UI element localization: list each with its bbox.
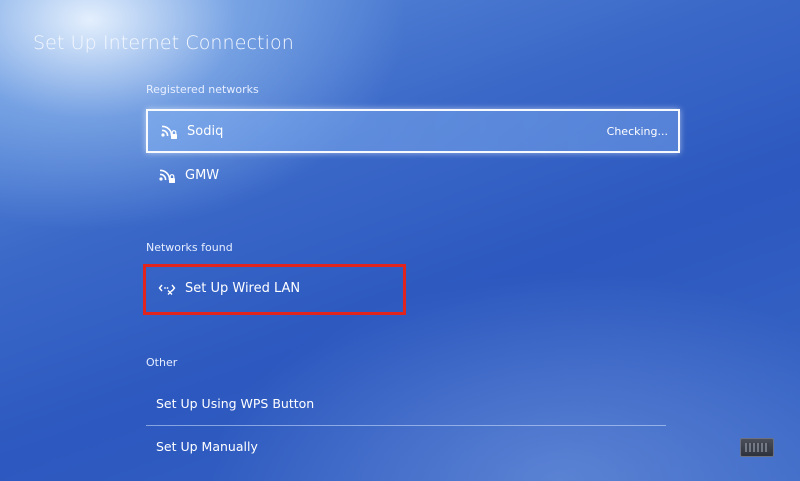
wifi-locked-icon <box>160 122 178 140</box>
other-label: Other <box>146 356 178 369</box>
highlight-box <box>143 264 406 315</box>
wps-button-setup-label: Set Up Using WPS Button <box>156 395 315 411</box>
manual-setup-label: Set Up Manually <box>156 438 258 454</box>
networks-found-label: Networks found <box>146 241 233 254</box>
wifi-locked-icon <box>158 166 176 184</box>
network-name: GMW <box>185 167 220 183</box>
manual-setup-item[interactable]: Set Up Manually <box>146 426 666 466</box>
network-item-sodiq[interactable]: Sodiq Checking... <box>146 109 680 153</box>
network-item-gmw[interactable]: GMW <box>146 153 680 197</box>
corner-overlay-icon <box>740 438 774 457</box>
wps-button-setup-item[interactable]: Set Up Using WPS Button <box>146 383 666 423</box>
network-name: Sodiq <box>187 123 224 139</box>
network-status: Checking... <box>606 124 668 138</box>
page-title: Set Up Internet Connection <box>33 32 294 54</box>
registered-networks-label: Registered networks <box>146 83 259 96</box>
